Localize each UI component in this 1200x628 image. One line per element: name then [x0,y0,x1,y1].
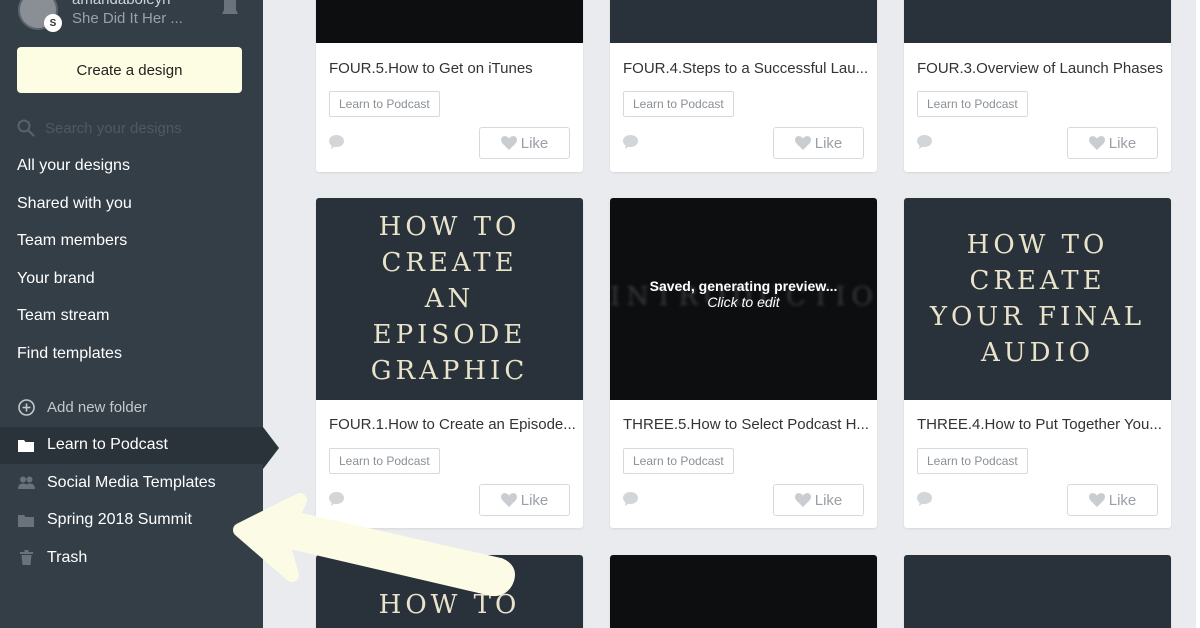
sidebar-nav: All your designs Shared with you Team me… [17,152,132,377]
like-button[interactable]: Like [479,127,570,159]
design-card[interactable]: FOUR.4.Steps to a Successful Lau... Lear… [610,0,877,172]
search-bar[interactable] [17,116,242,140]
folder-spring-2018-summit[interactable]: Spring 2018 Summit [0,502,263,540]
heart-icon [500,136,517,150]
comment-icon[interactable] [623,492,638,506]
plus-circle-icon [17,399,35,417]
like-label: Like [520,491,549,509]
team-badge: S [44,14,62,32]
thumbnail-text: HOW TO CREATE AN EPISODE GRAPHIC [370,212,529,386]
like-button[interactable]: Like [479,484,570,516]
comment-icon[interactable] [329,135,344,149]
like-label: Like [814,134,843,152]
design-title[interactable]: FOUR.4.Steps to a Successful Lau... [623,60,868,77]
folder-label: Spring 2018 Summit [47,511,192,529]
design-title[interactable]: THREE.5.How to Select Podcast H... [623,416,869,433]
folder-icon [17,436,35,454]
design-thumbnail[interactable]: HOW TO [316,555,583,628]
design-card[interactable] [904,555,1171,628]
folder-tag[interactable]: Learn to Podcast [329,448,440,474]
like-label: Like [1108,491,1137,509]
design-thumbnail[interactable]: HOW TO CREATE AN EPISODE GRAPHIC [316,198,583,400]
heart-icon [1088,136,1105,150]
people-icon [17,474,35,492]
trash-icon [17,549,35,567]
design-card[interactable]: FOUR.5.How to Get on iTunes Learn to Pod… [316,0,583,172]
folder-tag[interactable]: Learn to Podcast [329,91,440,117]
heart-icon [1088,493,1105,507]
comment-icon[interactable] [917,135,932,149]
heart-icon [794,136,811,150]
scroll-edge [1196,0,1200,628]
design-title[interactable]: FOUR.5.How to Get on iTunes [329,60,533,77]
design-thumbnail[interactable] [316,0,583,43]
folder-tag[interactable]: Learn to Podcast [623,91,734,117]
design-card[interactable]: HOW TO [316,555,583,628]
folder-label: Social Media Templates [47,473,216,491]
thumbnail-text: HOW TO [378,590,521,620]
nav-team-stream[interactable]: Team stream [17,302,132,340]
design-card[interactable]: HOW TO CREATE AN EPISODE GRAPHIC FOUR.1.… [316,198,583,528]
heart-icon [794,493,811,507]
folder-tag[interactable]: Learn to Podcast [917,91,1028,117]
folder-tag[interactable]: Learn to Podcast [917,448,1028,474]
comment-icon[interactable] [917,492,932,506]
design-title[interactable]: THREE.4.How to Put Together You... [917,416,1162,433]
design-card[interactable]: HOW TO CREATE YOUR FINAL AUDIO THREE.4.H… [904,198,1171,528]
design-card[interactable]: INTRODUCTION Saved, generating preview..… [610,198,877,528]
team-name: She Did It Her ... [72,10,183,27]
add-folder-button[interactable]: Add new folder [0,389,263,427]
folder-trash[interactable]: Trash [0,539,263,577]
design-thumbnail[interactable]: HOW TO CREATE YOUR FINAL AUDIO [904,198,1171,400]
folder-tag[interactable]: Learn to Podcast [623,448,734,474]
nav-team-members[interactable]: Team members [17,227,132,265]
like-button[interactable]: Like [1067,127,1158,159]
design-card[interactable]: FOUR.3.Overview of Launch Phases Learn t… [904,0,1171,172]
design-thumbnail[interactable]: INTRODUCTION Saved, generating preview..… [610,198,877,400]
folder-label: Trash [47,548,88,566]
saving-overlay[interactable]: Saved, generating preview... Click to ed… [610,278,877,310]
like-button[interactable]: Like [773,127,864,159]
design-thumbnail[interactable] [610,0,877,43]
heart-icon [500,493,517,507]
design-thumbnail[interactable] [904,555,1171,628]
design-thumbnail[interactable] [904,0,1171,43]
like-label: Like [520,134,549,152]
nav-all-designs[interactable]: All your designs [17,152,132,190]
like-button[interactable]: Like [773,484,864,516]
add-folder-label: Add new folder [47,399,148,417]
folder-list: Add new folder Learn to Podcast Social M… [0,389,279,577]
search-input[interactable] [45,119,235,137]
saving-message: Saved, generating preview... [649,278,838,294]
comment-icon[interactable] [329,492,344,506]
create-design-button[interactable]: Create a design [17,47,242,93]
search-icon [17,119,35,137]
design-title[interactable]: FOUR.3.Overview of Launch Phases [917,60,1163,77]
folder-learn-to-podcast[interactable]: Learn to Podcast [0,426,279,468]
sidebar: S amandaboleyn She Did It Her ... Create… [0,0,279,628]
click-to-edit-hint: Click to edit [707,294,780,310]
user-name: amandaboleyn [72,0,183,9]
comment-icon[interactable] [623,135,638,149]
nav-shared-with-you[interactable]: Shared with you [17,190,132,228]
like-button[interactable]: Like [1067,484,1158,516]
like-label: Like [1108,134,1137,152]
nav-find-templates[interactable]: Find templates [17,340,132,378]
design-title[interactable]: FOUR.1.How to Create an Episode... [329,416,576,433]
folder-social-media-templates[interactable]: Social Media Templates [0,464,263,502]
bell-icon[interactable] [220,0,240,16]
folder-label: Learn to Podcast [47,436,168,454]
thumbnail-text: HOW TO CREATE YOUR FINAL AUDIO [929,230,1146,368]
folder-icon [17,511,35,529]
avatar[interactable]: S [18,0,62,32]
design-card[interactable] [610,555,877,628]
nav-your-brand[interactable]: Your brand [17,265,132,303]
like-label: Like [814,491,843,509]
design-thumbnail[interactable] [610,555,877,628]
user-profile[interactable]: S amandaboleyn She Did It Her ... [18,0,183,34]
